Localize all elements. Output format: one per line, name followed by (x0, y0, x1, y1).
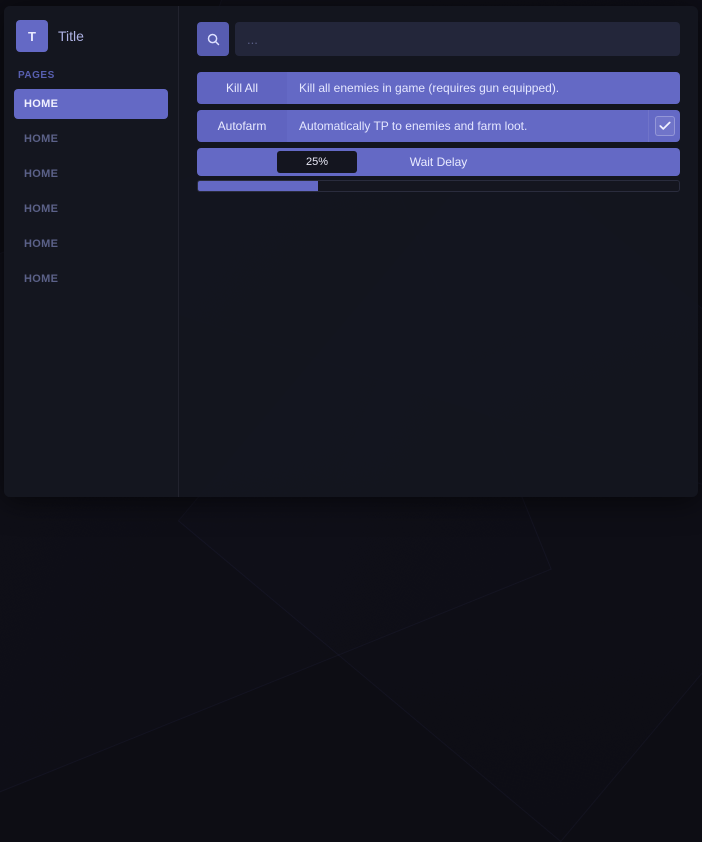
main-panel: Kill All Kill all enemies in game (requi… (179, 6, 698, 497)
wait-delay-value: 25% (277, 151, 357, 173)
wait-delay-slider[interactable] (197, 180, 680, 192)
action-rows: Kill All Kill all enemies in game (requi… (197, 72, 680, 192)
autofarm-label: Autofarm (197, 110, 287, 142)
autofarm-toggle-wrap (648, 110, 680, 142)
search-row (197, 22, 680, 56)
wait-delay-title: Wait Delay (197, 155, 680, 169)
sidebar-item-home[interactable]: HOME (14, 159, 168, 189)
sidebar-item-home[interactable]: HOME (14, 194, 168, 224)
search-icon (206, 32, 221, 47)
kill-all-desc: Kill all enemies in game (requires gun e… (287, 72, 680, 104)
sidebar: T Title PAGES HOME HOME HOME HOME HOME HOME (4, 6, 179, 497)
sidebar-item-home[interactable]: HOME (14, 229, 168, 259)
sidebar-section-label: PAGES (18, 70, 168, 81)
kill-all-row[interactable]: Kill All Kill all enemies in game (requi… (197, 72, 680, 104)
wait-delay-block: 25% Wait Delay (197, 148, 680, 192)
autofarm-desc: Automatically TP to enemies and farm loo… (287, 110, 648, 142)
wait-delay-header: 25% Wait Delay (197, 148, 680, 176)
nav-list: HOME HOME HOME HOME HOME HOME (14, 89, 168, 299)
search-input[interactable] (235, 22, 680, 56)
check-icon (658, 119, 672, 133)
wait-delay-fill (198, 181, 318, 191)
sidebar-item-home[interactable]: HOME (14, 124, 168, 154)
app-window: T Title PAGES HOME HOME HOME HOME HOME HOME K… (4, 6, 698, 497)
search-button[interactable] (197, 22, 229, 56)
autofarm-row: Autofarm Automatically TP to enemies and… (197, 110, 680, 142)
app-title: Title (58, 28, 84, 44)
kill-all-label: Kill All (197, 72, 287, 104)
sidebar-item-home[interactable]: HOME (14, 89, 168, 119)
sidebar-item-home[interactable]: HOME (14, 264, 168, 294)
autofarm-toggle[interactable] (655, 116, 675, 136)
title-row: T Title (14, 20, 168, 52)
title-badge: T (16, 20, 48, 52)
